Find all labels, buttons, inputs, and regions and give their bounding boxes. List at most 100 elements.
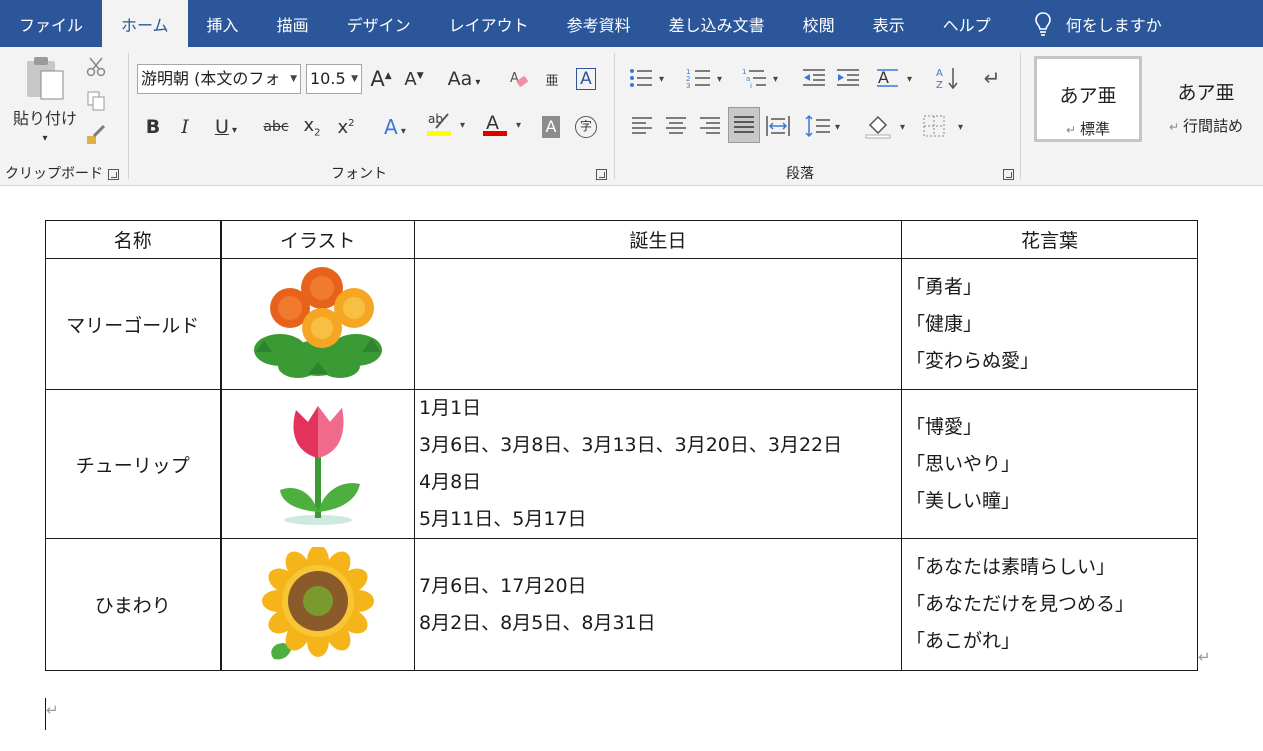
cut-button[interactable] (84, 55, 108, 79)
flower-table[interactable]: 名称 イラスト 誕生日 花言葉 マリーゴールド 「勇者」 「健康」 「変わらぬ愛… (45, 220, 1198, 671)
phonetic-guide-button[interactable]: 亜 (539, 65, 565, 93)
grow-font-button[interactable]: A▲ (368, 65, 394, 93)
tab-insert[interactable]: 挿入 (188, 0, 258, 47)
flower-language-line: 「美しい瞳」 (906, 489, 1021, 512)
font-size-combo[interactable]: 10.5 ▼ (306, 64, 362, 94)
enclose-characters-button[interactable]: 字 (573, 113, 599, 141)
bullets-icon: ▾ (630, 69, 664, 87)
show-paragraph-marks-button[interactable]: ↵ (977, 63, 1007, 93)
table-row: マリーゴールド 「勇者」 「健康」 「変わらぬ愛」 (45, 258, 1198, 390)
ribbon: 貼り付け ▾ クリップボード 游明朝 (本文のフォ ▼ 10.5 ▼ A▲ A▼… (0, 47, 1263, 186)
strikethrough-button[interactable]: abc (261, 113, 291, 141)
tab-help[interactable]: ヘルプ (924, 0, 1010, 47)
paste-dropdown-icon[interactable]: ▾ (42, 133, 47, 144)
shading-button[interactable]: ▾ (863, 109, 913, 143)
sort-button[interactable]: AZ (933, 63, 963, 93)
phonetic-guide-icon: 亜 (545, 73, 559, 89)
copy-button[interactable] (84, 89, 108, 113)
text-effects-icon: A ▾ (384, 115, 406, 139)
header-flower-language[interactable]: 花言葉 (901, 220, 1198, 259)
illustration-cell[interactable] (220, 538, 415, 671)
tab-references[interactable]: 参考資料 (548, 0, 650, 47)
illustration-cell[interactable] (220, 389, 415, 539)
bold-button[interactable]: B (141, 113, 165, 141)
flower-language-line: 「変わらぬ愛」 (906, 349, 1040, 372)
header-illustration[interactable]: イラスト (220, 220, 415, 259)
italic-button[interactable]: I (173, 113, 197, 141)
styles-gallery: あア亜 ↵ 標準 あア亜 ↵ 行間詰め (1034, 56, 1263, 142)
tab-review[interactable]: 校閲 (784, 0, 854, 47)
style-normal[interactable]: あア亜 ↵ 標準 (1034, 56, 1142, 142)
subscript-button[interactable]: x2 (299, 113, 325, 141)
flower-name-cell[interactable]: マリーゴールド (45, 258, 222, 390)
align-left-button[interactable] (627, 109, 657, 143)
birthday-cell[interactable]: 1月1日 3月6日、3月8日、3月13日、3月20日、3月22日 4月8日 5月… (414, 389, 902, 539)
style-no-spacing[interactable]: あア亜 ↵ 行間詰め (1152, 56, 1260, 142)
birthday-line: 4月8日 (419, 471, 482, 493)
svg-text:▾: ▾ (516, 120, 521, 131)
increase-indent-button[interactable] (833, 63, 863, 93)
header-name[interactable]: 名称 (45, 220, 222, 259)
style-name: 行間詰め (1183, 117, 1244, 135)
justify-button[interactable] (728, 107, 760, 143)
tab-file[interactable]: ファイル (0, 0, 102, 47)
borders-button[interactable]: ▾ (921, 109, 971, 143)
numbering-button[interactable]: 1 2 3 ▾ (685, 63, 731, 93)
distributed-button[interactable] (763, 109, 793, 143)
tab-home[interactable]: ホーム (102, 0, 188, 47)
decrease-indent-button[interactable] (799, 63, 829, 93)
tab-mailings[interactable]: 差し込み文書 (650, 0, 784, 47)
shrink-font-button[interactable]: A▼ (401, 65, 427, 93)
align-center-icon (666, 117, 686, 134)
align-right-button[interactable] (695, 109, 725, 143)
illustration-cell[interactable] (220, 258, 415, 390)
format-painter-icon (87, 124, 106, 144)
sunflower-illustration (261, 546, 374, 659)
header-birthday[interactable]: 誕生日 (414, 220, 902, 259)
underline-button[interactable]: U ▾ (207, 113, 245, 141)
flower-language-line: 「あなただけを見つめる」 (906, 593, 1135, 615)
text-effects-button[interactable]: A ▾ (373, 113, 417, 141)
font-group-label: フォント (331, 166, 387, 182)
line-spacing-button[interactable]: ▾ (803, 109, 849, 143)
format-painter-button[interactable] (84, 123, 108, 147)
superscript-button[interactable]: x2 (333, 113, 359, 141)
paste-button[interactable]: 貼り付け ▾ (13, 55, 77, 159)
character-shading-button[interactable]: A (539, 113, 563, 141)
tab-view[interactable]: 表示 (854, 0, 924, 47)
paragraph-launcher-icon[interactable] (1003, 169, 1014, 180)
paragraph-group-label: 段落 (786, 166, 814, 182)
text-direction-button[interactable]: A ▾ (875, 63, 921, 93)
superscript-icon: x2 (337, 116, 355, 138)
flower-language-cell[interactable]: 「博愛」 「思いやり」 「美しい瞳」 (901, 389, 1198, 539)
tell-me-search[interactable]: 何をしますか (1010, 0, 1162, 47)
flower-language-cell[interactable]: 「あなたは素晴らしい」 「あなただけを見つめる」 「あこがれ」 (901, 538, 1198, 671)
clipboard-launcher-icon[interactable] (108, 169, 119, 180)
clear-formatting-button[interactable]: A (506, 65, 532, 93)
flower-name-cell[interactable]: チューリップ (45, 389, 222, 539)
chevron-down-icon: ▼ (351, 74, 358, 84)
birthday-cell[interactable] (414, 258, 902, 390)
multilevel-list-button[interactable]: 1 a i ▾ (741, 63, 787, 93)
align-center-button[interactable] (661, 109, 691, 143)
font-name-combo[interactable]: 游明朝 (本文のフォ ▼ (137, 64, 301, 94)
flower-language-cell[interactable]: 「勇者」 「健康」 「変わらぬ愛」 (901, 258, 1198, 390)
tab-design[interactable]: デザイン (328, 0, 430, 47)
flower-name-cell[interactable]: ひまわり (45, 538, 222, 671)
character-border-button[interactable]: A (573, 65, 599, 93)
style-preview: あア亜 (1177, 82, 1235, 104)
change-case-button[interactable]: Aa ▾ (442, 65, 486, 93)
character-border-icon: A (576, 68, 596, 90)
enclose-characters-icon: 字 (575, 116, 597, 138)
bullets-button[interactable]: ▾ (627, 63, 673, 93)
birthday-cell[interactable]: 7月6日、17月20日 8月2日、8月5日、8月31日 (414, 538, 902, 671)
document-area[interactable]: 名称 イラスト 誕生日 花言葉 マリーゴールド 「勇者」 「健康」 「変わらぬ愛… (0, 186, 1263, 751)
tab-draw[interactable]: 描画 (258, 0, 328, 47)
tab-layout[interactable]: レイアウト (430, 0, 548, 47)
highlight-color-button[interactable]: ab ▾ (425, 109, 473, 141)
paragraph-group: ▾ 1 2 3 ▾ 1 a i ▾ A ▾ A Z ↵ ▾ ▾ ▾ 段落 (615, 47, 1020, 186)
subscript-icon: x2 (303, 115, 321, 139)
svg-text:A: A (936, 68, 943, 79)
font-launcher-icon[interactable] (596, 169, 607, 180)
font-color-button[interactable]: A ▾ (481, 109, 529, 141)
